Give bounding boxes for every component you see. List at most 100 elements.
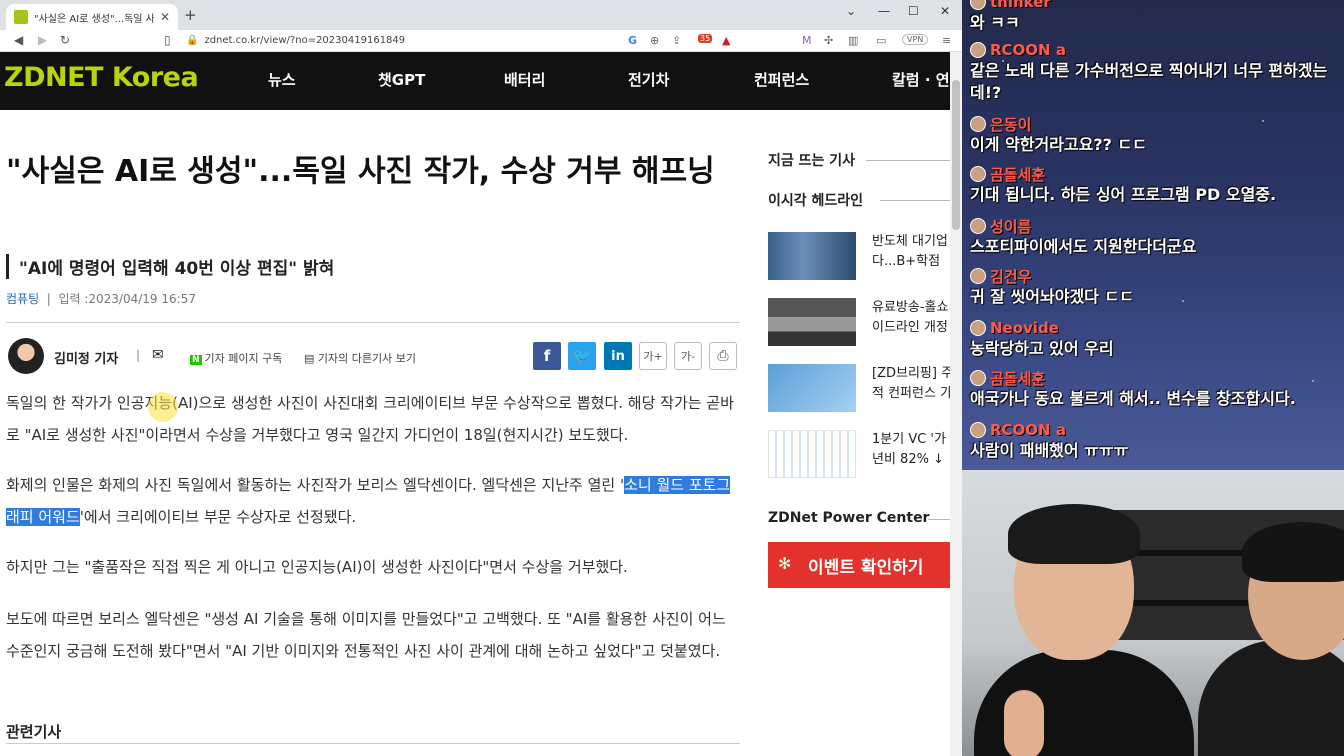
font-increase-button[interactable]: 가+ <box>639 342 667 370</box>
chat-user: 김건우 <box>970 266 1340 286</box>
other-articles-label: 기자의 다른기사 보기 <box>317 352 416 365</box>
linkedin-share-icon[interactable]: in <box>604 342 632 370</box>
extension-badge[interactable]: 35 <box>698 34 713 43</box>
power-center-heading[interactable]: ZDNet Power Center <box>768 510 929 526</box>
streamer-left-hand <box>1004 690 1044 756</box>
tab-title: "사실은 AI로 생성"...독일 사진 작 <box>34 13 154 25</box>
article-headline: "사실은 AI로 생성"...독일 사진 작가, 수상 거부 해프닝 <box>6 154 715 189</box>
print-icon[interactable]: ⎙ <box>709 342 737 370</box>
chat-text: 귀 잘 씻어놔야겠다 ㄷㄷ <box>970 287 1134 306</box>
extension-m-icon[interactable]: M <box>802 34 812 47</box>
sidebar-icon[interactable]: ▥ <box>848 34 858 47</box>
author-separator: | <box>136 348 141 362</box>
naver-icon: N <box>190 355 202 365</box>
forward-icon[interactable]: ▶ <box>38 33 47 47</box>
chat-text: 같은 노래 다른 가수버전으로 찍어내기 너무 편하겠는데!? <box>970 61 1328 102</box>
menu-item-news[interactable]: 뉴스 <box>268 69 296 90</box>
site-favicon-icon <box>14 10 28 24</box>
menu-item-ev[interactable]: 전기차 <box>628 69 669 90</box>
article-meta: 컴퓨팅 | 입력 :2023/04/19 16:57 <box>6 290 196 307</box>
maximize-icon[interactable]: ☐ <box>908 4 919 18</box>
user-avatar <box>970 268 986 284</box>
chat-message: thinker 와 ㅋㅋ <box>970 0 1340 34</box>
chat-text: 애국가나 동요 불르게 해서.. 변수를 창조합시다. <box>970 389 1296 408</box>
share-page-icon[interactable]: ⇪ <box>672 34 681 47</box>
site-logo[interactable]: ZDNET Korea <box>4 62 199 93</box>
puzzle-icon[interactable]: ✣ <box>824 34 833 47</box>
mail-icon[interactable]: ✉ <box>152 347 164 363</box>
headline-thumbnail-3[interactable] <box>768 364 856 412</box>
google-icon[interactable]: G <box>628 34 637 47</box>
user-avatar <box>970 320 986 336</box>
tab-search-icon[interactable]: ⌄ <box>846 4 856 18</box>
address-bar[interactable]: 🔒 zdnet.co.kr/view/?no=20230419161849 <box>186 31 892 50</box>
headline-4-line-2: 년비 82% ↓ <box>872 452 944 467</box>
browser-tab[interactable]: "사실은 AI로 생성"...독일 사진 작 ✕ <box>6 4 178 30</box>
facebook-share-icon[interactable]: f <box>533 342 561 370</box>
warning-extension-icon[interactable]: ▲ <box>722 34 730 47</box>
bookmark-icon[interactable]: ▯ <box>164 33 171 47</box>
close-window-icon[interactable]: ✕ <box>940 4 950 18</box>
lock-icon: 🔒 <box>186 35 199 46</box>
menu-item-chatgpt[interactable]: 챗GPT <box>378 69 425 90</box>
chat-text: 이게 약한거라고요?? ㄷㄷ <box>970 135 1147 154</box>
paragraph-1-text: 독일의 한 작가가 인공지능(AI)으로 생성한 사진이 사진대회 크리에이티브… <box>6 394 734 444</box>
menu-icon[interactable]: ≡ <box>942 34 951 47</box>
zoom-icon[interactable]: ⊕ <box>650 34 659 47</box>
headline-thumbnail-1[interactable] <box>768 232 856 280</box>
headline-thumbnail-2[interactable] <box>768 298 856 346</box>
font-decrease-button[interactable]: 가- <box>674 342 702 370</box>
chat-text: 와 ㅋㅋ <box>970 13 1020 32</box>
headline-thumbnail-4[interactable] <box>768 430 856 478</box>
headline-4-line-1: 1분기 VC '가 <box>872 432 946 447</box>
chat-text: 농락당하고 있어 우리 <box>970 339 1114 358</box>
chat-message: 곰돌세훈 기대 됩니다. 하든 싱어 프로그램 PD 오열중. <box>970 164 1340 206</box>
menu-item-column[interactable]: 칼럼 · 연 <box>892 69 950 90</box>
category-link[interactable]: 컴퓨팅 <box>6 292 39 306</box>
chat-message: 곰돌세훈 애국가나 동요 불르게 해서.. 변수를 창조합시다. <box>970 368 1340 410</box>
streamer-left-hair <box>1008 504 1140 564</box>
divider <box>880 200 950 201</box>
event-banner[interactable]: ✻ 이벤트 확인하기 <box>768 542 950 588</box>
headline-item-2[interactable]: 유료방송-홀쇼 이드라인 개정 <box>872 298 952 338</box>
chat-user: 곰돌세훈 <box>970 164 1340 184</box>
author-name[interactable]: 김미정 기자 <box>54 348 118 367</box>
scrollbar-thumb[interactable] <box>952 80 960 230</box>
chat-username: Neovide <box>990 319 1059 337</box>
headline-item-1[interactable]: 반도체 대기업다...B+학점 <box>872 232 952 272</box>
document-icon: ▤ <box>304 352 318 365</box>
address-text: zdnet.co.kr/view/?no=20230419161849 <box>204 35 406 46</box>
streamer-left <box>974 504 1194 756</box>
back-icon[interactable]: ◀ <box>14 33 23 47</box>
author-bar: 김미정 기자 | ✉ N 기자 페이지 구독 ▤ 기자의 다른기사 보기 f 🐦 … <box>6 338 740 374</box>
menu-item-battery[interactable]: 배터리 <box>504 69 545 90</box>
headline-item-4[interactable]: 1분기 VC '가년비 82% ↓ <box>872 430 952 470</box>
headline-item-3[interactable]: [ZD브리핑] 주적 컨퍼런스 가 <box>872 364 952 404</box>
other-articles-link[interactable]: ▤ 기자의 다른기사 보기 <box>304 350 416 366</box>
user-avatar <box>970 422 986 438</box>
vpn-badge[interactable]: VPN <box>902 34 929 45</box>
minimize-icon[interactable]: — <box>878 4 890 18</box>
chat-username: 김건우 <box>990 267 1032 286</box>
sparkle-icon: ✻ <box>778 554 792 573</box>
chat-text: 스포티파이에서도 지원한다더군요 <box>970 237 1197 256</box>
wallet-icon[interactable]: ▭ <box>876 34 886 47</box>
trending-heading[interactable]: 지금 뜨는 기사 <box>768 150 855 170</box>
divider <box>6 322 740 323</box>
headline-1-line-1: 반도체 대기업 <box>872 234 948 249</box>
event-banner-text: 이벤트 확인하기 <box>808 557 924 578</box>
subscribe-link[interactable]: N 기자 페이지 구독 <box>190 350 282 366</box>
headline-1-line-2: 다...B+학점 <box>872 254 941 269</box>
live-chat-overlay: thinker 와 ㅋㅋ RCOON a 같은 노래 다른 가수버전으로 찍어내… <box>962 0 1344 470</box>
article-paragraph-4: 보도에 따르면 보리스 엘닥센은 "생성 AI 기술을 통해 이미지를 만들었다… <box>6 610 726 660</box>
new-tab-icon[interactable]: + <box>184 6 197 24</box>
article-paragraph-1: 독일의 한 작가가 인공지능(AI)으로 생성한 사진이 사진대회 크리에이티브… <box>6 387 744 451</box>
chat-message: RCOON a 사람이 패배했어 ㅠㅠㅠ <box>970 420 1340 462</box>
menu-item-conference[interactable]: 컨퍼런스 <box>754 69 809 90</box>
reload-icon[interactable]: ↻ <box>60 33 70 47</box>
headlines-heading[interactable]: 이시각 헤드라인 <box>768 190 863 210</box>
twitter-share-icon[interactable]: 🐦 <box>568 342 596 370</box>
close-tab-icon[interactable]: ✕ <box>160 10 170 24</box>
cursor-highlight <box>148 392 178 422</box>
headline-2-line-1: 유료방송-홀쇼 <box>872 300 949 315</box>
